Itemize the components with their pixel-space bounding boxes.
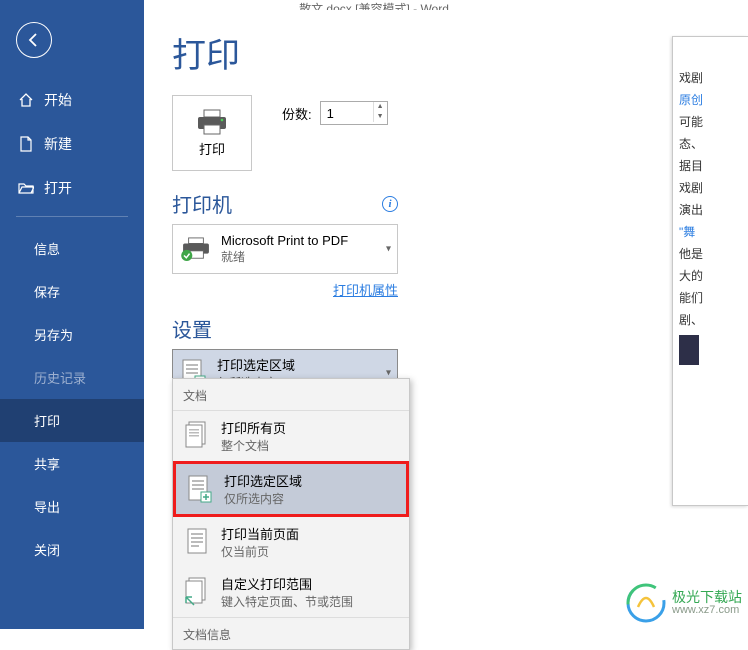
nav-new-label: 新建: [44, 134, 72, 154]
chevron-down-icon: ▾: [386, 244, 391, 255]
preview-line: "舞: [679, 221, 748, 243]
nav-open[interactable]: 打开: [0, 166, 144, 210]
preview-line: 他是: [679, 243, 748, 265]
nav-share-label: 共享: [34, 454, 60, 473]
nav-saveas-label: 另存为: [34, 325, 73, 344]
preview-line: 戏剧: [679, 177, 748, 199]
nav-close[interactable]: 关闭: [0, 528, 144, 571]
option-print-custom[interactable]: 自定义打印范围键入特定页面、节或范围: [173, 567, 409, 617]
preview-line: 大的: [679, 265, 748, 287]
printer-section-title: 打印机: [172, 189, 232, 218]
back-button[interactable]: [16, 22, 52, 58]
opt-sub: 仅所选内容: [224, 490, 302, 507]
preview-line: 戏剧: [679, 67, 748, 89]
opt-sub: 键入特定页面、节或范围: [221, 593, 353, 610]
copies-control: 份数: ▲▼: [282, 101, 388, 125]
nav-new[interactable]: 新建: [0, 122, 144, 166]
option-print-all[interactable]: 打印所有页整个文档: [173, 411, 409, 461]
spin-up-icon[interactable]: ▲: [373, 102, 387, 112]
nav-save[interactable]: 保存: [0, 270, 144, 313]
print-button[interactable]: 打印: [172, 95, 252, 171]
page-arrow-icon: [184, 577, 210, 607]
option-print-current[interactable]: 打印当前页面仅当前页: [173, 517, 409, 567]
backstage-sidebar: 开始 新建 打开 信息 保存 另存为 历史记录 打印 共享 导出 关闭: [0, 0, 144, 629]
nav-open-label: 打开: [44, 178, 72, 198]
nav-export-label: 导出: [34, 497, 60, 516]
opt-label: 自定义打印范围: [221, 574, 353, 593]
watermark-name: 极光下载站: [672, 590, 742, 604]
print-button-label: 打印: [199, 139, 225, 158]
printer-status: 就绪: [221, 248, 348, 265]
page-title: 打印: [172, 28, 748, 77]
nav-save-label: 保存: [34, 282, 60, 301]
nav-home[interactable]: 开始: [0, 78, 144, 122]
nav-saveas[interactable]: 另存为: [0, 313, 144, 356]
copies-label: 份数:: [282, 104, 312, 123]
nav-history: 历史记录: [0, 356, 144, 399]
printer-properties-link[interactable]: 打印机属性: [333, 283, 398, 298]
opt-sub: 仅当前页: [221, 543, 299, 560]
preview-line: 能们: [679, 287, 748, 309]
chevron-down-icon: ▾: [386, 368, 391, 379]
copies-spinner[interactable]: ▲▼: [373, 102, 387, 122]
nav-print[interactable]: 打印: [0, 399, 144, 442]
preview-line: 可能: [679, 111, 748, 133]
pages-icon: [184, 421, 210, 451]
opt-label: 打印选定区域: [224, 471, 302, 490]
watermark: 极光下载站 www.xz7.com: [626, 583, 742, 623]
nav-history-label: 历史记录: [34, 368, 86, 387]
file-icon: [18, 136, 34, 152]
printer-icon: [196, 109, 228, 135]
preview-line: 态、: [679, 133, 748, 155]
nav-close-label: 关闭: [34, 540, 60, 559]
nav-info-label: 信息: [34, 239, 60, 258]
print-range-dropdown: 文档 打印所有页整个文档 打印选定区域仅所选内容 打印当前页面仅当前页 自定义打…: [172, 378, 410, 650]
arrow-left-icon: [26, 32, 42, 48]
nav-info[interactable]: 信息: [0, 227, 144, 270]
opt-label: 打印当前页面: [221, 524, 299, 543]
nav-separator: [16, 216, 128, 217]
print-preview: 戏剧 原创 可能 态、 据目 戏剧 演出 "舞 他是 大的 能们 剧、: [672, 36, 748, 506]
option-print-selection[interactable]: 打印选定区域仅所选内容: [176, 464, 406, 514]
opt-sub: 整个文档: [221, 437, 286, 454]
settings-section-title: 设置: [172, 314, 748, 343]
preview-line: 剧、: [679, 309, 748, 331]
dropdown-group-document: 文档: [173, 379, 409, 411]
opt-label: 打印所有页: [221, 418, 286, 437]
preview-line: 演出: [679, 199, 748, 221]
printer-status-icon: [181, 237, 211, 261]
preview-line: 据目: [679, 155, 748, 177]
nav-home-label: 开始: [44, 90, 72, 110]
printer-name: Microsoft Print to PDF: [221, 233, 348, 248]
page-icon: [184, 527, 210, 557]
watermark-url: www.xz7.com: [672, 604, 742, 616]
aurora-logo-icon: [626, 583, 666, 623]
page-plus-icon: [187, 474, 213, 504]
preview-image-thumb: [679, 335, 699, 365]
preview-line: 原创: [679, 89, 748, 111]
nav-share[interactable]: 共享: [0, 442, 144, 485]
printer-selector[interactable]: Microsoft Print to PDF 就绪 ▾: [172, 224, 398, 274]
range-selected-label: 打印选定区域: [217, 355, 295, 374]
spin-down-icon[interactable]: ▼: [373, 112, 387, 122]
nav-print-label: 打印: [34, 411, 60, 430]
info-icon[interactable]: i: [382, 196, 398, 212]
nav-export[interactable]: 导出: [0, 485, 144, 528]
home-icon: [18, 92, 34, 108]
folder-open-icon: [18, 180, 34, 196]
dropdown-group-docinfo: 文档信息: [173, 617, 409, 649]
